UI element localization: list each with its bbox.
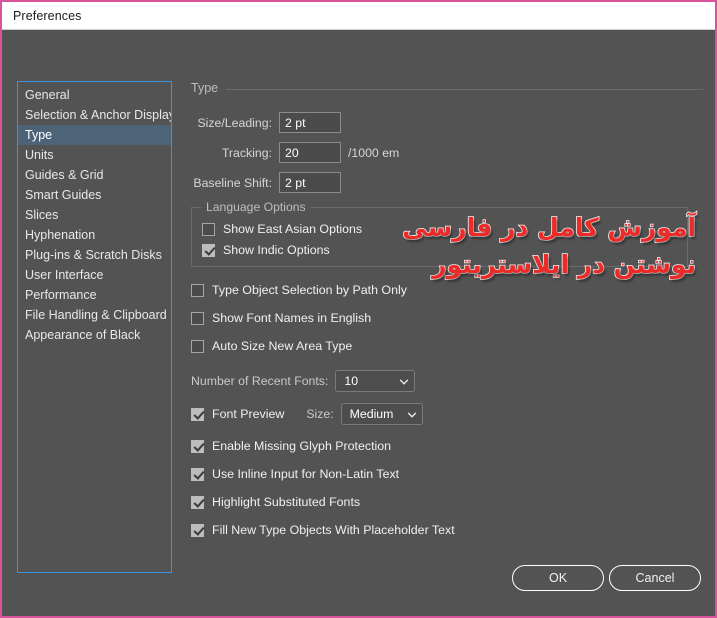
font-preview-size-value: Medium <box>349 407 394 421</box>
sidebar-item-smart-guides[interactable]: Smart Guides <box>18 185 171 205</box>
baseline-shift-input[interactable] <box>279 172 341 193</box>
checkbox-show-east-asian-options[interactable] <box>202 222 215 236</box>
checkbox-row-show-font-names-in-english[interactable]: Show Font Names in English <box>191 311 703 325</box>
section-header: Type <box>191 81 703 95</box>
label-font-preview: Font Preview <box>212 407 285 421</box>
sidebar-item-file-handling-clipboard[interactable]: File Handling & Clipboard <box>18 305 171 325</box>
recent-fonts-value: 10 <box>344 374 359 388</box>
checkbox-auto-size-new-area-type[interactable] <box>191 339 204 353</box>
baseline-shift-row: Baseline Shift: <box>191 172 703 193</box>
checkbox-show-font-names-in-english[interactable] <box>191 311 204 325</box>
sidebar-item-general[interactable]: General <box>18 85 171 105</box>
sidebar-item-selection-anchor-display[interactable]: Selection & Anchor Display <box>18 105 171 125</box>
recent-fonts-select[interactable]: 10 <box>335 370 416 392</box>
label-use-inline-input-for-non-latin-text: Use Inline Input for Non-Latin Text <box>212 467 400 481</box>
tracking-unit-label: /1000 em <box>348 145 400 160</box>
size-leading-input[interactable] <box>279 112 341 133</box>
tracking-input[interactable] <box>279 142 341 163</box>
checkbox-enable-missing-glyph-protection[interactable] <box>191 439 204 453</box>
label-show-font-names-in-english: Show Font Names in English <box>212 311 372 325</box>
font-preview-size-select[interactable]: Medium <box>340 403 423 425</box>
preferences-dialog: Preferences General Selection & Anchor D… <box>0 0 717 618</box>
sidebar-item-slices[interactable]: Slices <box>18 205 171 225</box>
recent-fonts-label: Number of Recent Fonts: <box>191 374 329 388</box>
sidebar-item-guides-grid[interactable]: Guides & Grid <box>18 165 171 185</box>
chevron-down-icon <box>399 377 409 386</box>
checkbox-fill-new-type-objects-with-placeholder-text[interactable] <box>191 523 204 537</box>
checkbox-font-preview[interactable] <box>191 407 204 421</box>
recent-fonts-row: Number of Recent Fonts: 10 <box>191 370 703 392</box>
checkbox-row-auto-size-new-area-type[interactable]: Auto Size New Area Type <box>191 339 703 353</box>
type-settings-pane: Type Size/Leading: Tracking: /1000 em Ba… <box>191 81 703 616</box>
label-show-indic-options: Show Indic Options <box>223 243 330 257</box>
chevron-down-icon <box>407 410 416 419</box>
checkbox-show-indic-options[interactable] <box>202 243 215 257</box>
checkbox-use-inline-input-for-non-latin-text[interactable] <box>191 467 204 481</box>
cancel-button[interactable]: Cancel <box>609 565 701 591</box>
font-preview-row: Font Preview Size: Medium <box>191 403 703 425</box>
category-list[interactable]: General Selection & Anchor Display Type … <box>17 81 172 573</box>
tracking-label: Tracking: <box>221 145 272 160</box>
sidebar-item-user-interface[interactable]: User Interface <box>18 265 171 285</box>
sidebar-item-appearance-of-black[interactable]: Appearance of Black <box>18 325 171 345</box>
language-options-title: Language Options <box>201 200 311 214</box>
label-enable-missing-glyph-protection: Enable Missing Glyph Protection <box>212 439 392 453</box>
font-preview-size-label: Size: <box>306 407 334 421</box>
checkbox-row-show-indic-options[interactable]: Show Indic Options <box>202 243 677 257</box>
sidebar-item-units[interactable]: Units <box>18 145 171 165</box>
checkbox-row-fill-new-type-objects[interactable]: Fill New Type Objects With Placeholder T… <box>191 523 703 537</box>
tracking-row: Tracking: /1000 em <box>191 142 703 163</box>
title-bar: Preferences <box>2 2 715 30</box>
dialog-body: General Selection & Anchor Display Type … <box>2 30 715 616</box>
label-auto-size-new-area-type: Auto Size New Area Type <box>212 339 353 353</box>
sidebar-item-plugins-scratch-disks[interactable]: Plug-ins & Scratch Disks <box>18 245 171 265</box>
checkbox-row-show-east-asian-options[interactable]: Show East Asian Options <box>202 222 677 236</box>
dialog-footer: OK Cancel <box>512 565 701 591</box>
sidebar-item-type[interactable]: Type <box>18 125 171 145</box>
sidebar-item-hyphenation[interactable]: Hyphenation <box>18 225 171 245</box>
checkbox-row-use-inline-input[interactable]: Use Inline Input for Non-Latin Text <box>191 467 703 481</box>
checkbox-type-object-selection-by-path-only[interactable] <box>191 283 204 297</box>
checkbox-row-highlight-substituted-fonts[interactable]: Highlight Substituted Fonts <box>191 495 703 509</box>
ok-button[interactable]: OK <box>512 565 604 591</box>
window-title: Preferences <box>13 8 82 23</box>
section-divider <box>226 88 703 90</box>
checkbox-row-enable-missing-glyph-protection[interactable]: Enable Missing Glyph Protection <box>191 439 703 453</box>
checkbox-highlight-substituted-fonts[interactable] <box>191 495 204 509</box>
label-type-object-selection-by-path-only: Type Object Selection by Path Only <box>212 283 407 297</box>
baseline-shift-label: Baseline Shift: <box>193 175 272 190</box>
section-title: Type <box>191 81 219 95</box>
size-leading-row: Size/Leading: <box>191 112 703 133</box>
checkbox-row-type-object-selection[interactable]: Type Object Selection by Path Only <box>191 283 703 297</box>
label-fill-new-type-objects-with-placeholder-text: Fill New Type Objects With Placeholder T… <box>212 523 455 537</box>
sidebar-item-performance[interactable]: Performance <box>18 285 171 305</box>
size-leading-label: Size/Leading: <box>197 115 272 130</box>
language-options-group: Language Options Show East Asian Options… <box>191 200 688 267</box>
label-show-east-asian-options: Show East Asian Options <box>223 222 363 236</box>
label-highlight-substituted-fonts: Highlight Substituted Fonts <box>212 495 361 509</box>
